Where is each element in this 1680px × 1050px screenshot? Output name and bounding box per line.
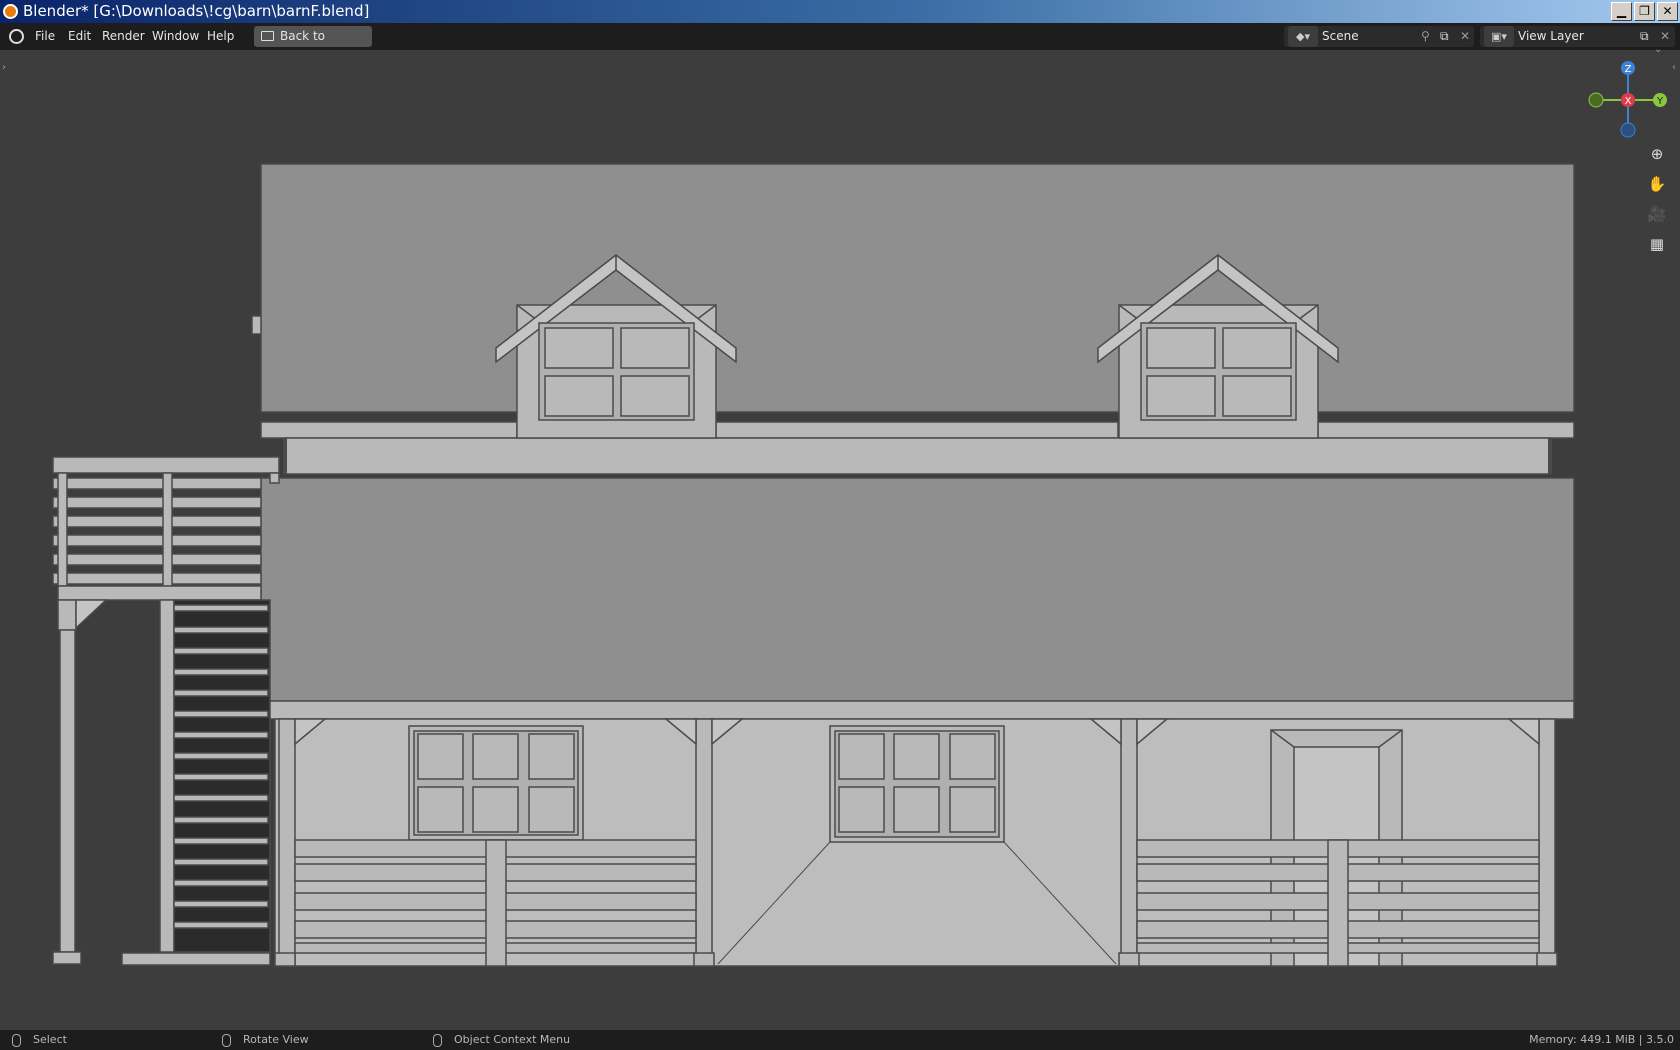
window-titlebar: Blender* [G:\Downloads\!cg\barn\barnF.bl… — [0, 0, 1680, 23]
view-layer-name[interactable]: View Layer — [1518, 26, 1584, 47]
minimize-button[interactable]: ▁ — [1611, 2, 1632, 21]
3d-viewport[interactable]: › ‹ ⌄ Z Y X ⊕ ✋ 🎥 ▦ — [0, 44, 1680, 1030]
scene-type-icon[interactable]: ◆▾ — [1288, 26, 1318, 47]
porch-post — [695, 718, 713, 967]
status-select-label: Select — [33, 1033, 67, 1046]
window-controls: ▁ ❐ ✕ — [1611, 2, 1678, 21]
porch-post — [1538, 718, 1556, 967]
new-scene-icon[interactable]: ⧉ — [1440, 26, 1449, 47]
window-lower-left — [408, 725, 584, 841]
statusbar: Select Rotate View Object Context Menu M… — [0, 1030, 1680, 1050]
eave-right — [1317, 421, 1575, 439]
back-to-previous-button[interactable]: Back to Previous — [254, 26, 372, 64]
delete-scene-icon[interactable]: ✕ — [1460, 26, 1470, 47]
top-menubar: File Edit Render Window Help Back to Pre… — [0, 23, 1680, 64]
zoom-icon[interactable]: ⊕ — [1643, 140, 1671, 168]
base-step — [121, 952, 271, 966]
menu-window[interactable]: Window — [152, 29, 199, 43]
menu-render[interactable]: Render — [102, 29, 145, 43]
restore-button[interactable]: ❐ — [1634, 2, 1655, 21]
hand-pan-icon[interactable]: ✋ — [1643, 170, 1671, 198]
status-select: Select — [12, 1030, 67, 1050]
neg-y-axis-handle[interactable] — [1588, 92, 1604, 108]
status-context-label: Object Context Menu — [454, 1033, 571, 1046]
z-axis-label: Z — [1625, 64, 1632, 75]
porch-post — [278, 718, 296, 967]
eave-left — [260, 421, 518, 439]
mouse-right-icon — [433, 1033, 442, 1047]
close-button[interactable]: ✕ — [1657, 2, 1678, 21]
eave-middle — [715, 421, 1119, 439]
upper-wall-band — [284, 437, 1551, 475]
scene-name[interactable]: Scene — [1322, 26, 1359, 47]
side-deck — [52, 456, 280, 965]
porch-beam — [260, 700, 1575, 720]
menu-edit[interactable]: Edit — [68, 29, 91, 43]
upper-roof — [260, 163, 1575, 413]
status-context: Object Context Menu — [433, 1030, 570, 1050]
camera-icon[interactable]: 🎥 — [1643, 200, 1671, 228]
house-model[interactable] — [0, 50, 1680, 1030]
new-view-layer-icon[interactable]: ⧉ — [1640, 26, 1649, 47]
scene-selector[interactable]: ◆▾ Scene ⚲ ⧉ ✕ — [1284, 26, 1474, 47]
view-layer-type-icon[interactable]: ▣▾ — [1484, 26, 1514, 47]
roof-bracket — [251, 315, 262, 335]
pin-icon[interactable]: ⚲ — [1421, 26, 1430, 47]
status-rotate-label: Rotate View — [243, 1033, 309, 1046]
menu-file[interactable]: File — [35, 29, 55, 43]
y-axis-label: Y — [1656, 96, 1664, 107]
grid-icon[interactable]: ▦ — [1643, 230, 1671, 258]
neg-z-axis-handle[interactable] — [1620, 122, 1636, 138]
status-rotate: Rotate View — [222, 1030, 309, 1050]
view-layer-selector[interactable]: ▣▾ View Layer ⧉ ✕ — [1480, 26, 1675, 47]
menu-help[interactable]: Help — [207, 29, 234, 43]
mouse-middle-icon — [222, 1033, 231, 1047]
x-axis-label: X — [1625, 96, 1632, 107]
mouse-left-icon — [12, 1033, 21, 1047]
blender-menu-icon[interactable] — [9, 29, 24, 44]
axis-gizmo[interactable]: Z Y X — [1583, 56, 1673, 146]
window-title: Blender* [G:\Downloads\!cg\barn\barnF.bl… — [23, 2, 370, 20]
lower-roof — [260, 477, 1575, 702]
memory-readout: Memory: 449.1 MiB | 3.5.0 — [1529, 1033, 1674, 1046]
blender-logo-icon — [3, 4, 18, 19]
porch-post — [1120, 718, 1138, 967]
screen-icon — [261, 31, 274, 41]
